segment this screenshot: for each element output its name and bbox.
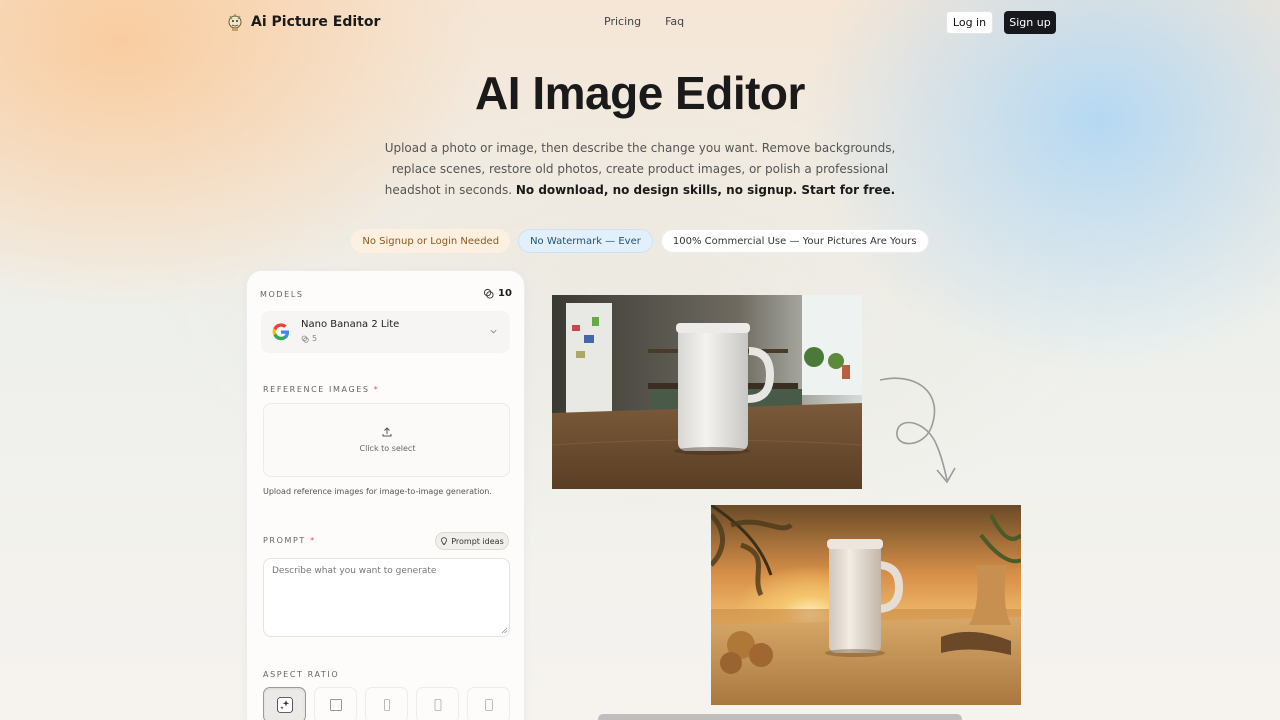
square-ratio-icon: [329, 699, 342, 711]
hero-subtitle-bold: No download, no design skills, no signup…: [515, 183, 896, 197]
hero-subtitle: Upload a photo or image, then describe t…: [380, 138, 900, 201]
brand[interactable]: Ai Picture Editor: [226, 12, 380, 32]
credits-count: 10: [498, 288, 512, 299]
curly-arrow-icon: [879, 377, 956, 484]
required-mark: *: [310, 536, 316, 545]
before-example-image: [552, 295, 862, 489]
required-mark: *: [373, 385, 380, 394]
aspect-ratio-auto[interactable]: [263, 687, 306, 720]
prompt-label-text: PROMPT: [263, 536, 306, 545]
prompt-label: PROMPT *: [263, 536, 316, 545]
prompt-ideas-label: Prompt ideas: [451, 536, 504, 546]
reference-upload-dropzone[interactable]: Click to select: [263, 403, 510, 477]
credits-icon: [483, 288, 494, 299]
aspect-ratio-square[interactable]: [314, 687, 357, 720]
brand-logo-icon: [228, 14, 242, 31]
reference-images-label: REFERENCE IMAGES *: [263, 385, 379, 394]
after-example-image: [711, 505, 1021, 705]
prompt-ideas-button[interactable]: Prompt ideas: [435, 532, 509, 550]
lightbulb-icon: [441, 536, 448, 545]
tall-ratio-icon: [383, 699, 390, 711]
pill-no-watermark: No Watermark — Ever: [518, 229, 653, 253]
model-cost-value: 5: [312, 334, 318, 343]
credits-balance: 10: [483, 288, 512, 299]
pill-no-signup: No Signup or Login Needed: [351, 229, 511, 253]
upload-text: Click to select: [359, 444, 416, 453]
nav-links: Pricing Faq: [604, 15, 684, 28]
login-button[interactable]: Log in: [946, 11, 993, 34]
aspect-ratio-label: ASPECT RATIO: [263, 670, 340, 679]
nav-link-pricing[interactable]: Pricing: [604, 15, 641, 28]
chevron-down-icon: [490, 329, 497, 334]
beach-sunset-mug-photo: [711, 505, 1021, 705]
top-nav: Ai Picture Editor Pricing Faq Log in Sig…: [0, 0, 1280, 44]
aspect-ratio-options: [263, 687, 510, 720]
aspect-ratio-vertical[interactable]: [467, 687, 510, 720]
credits-small-icon: [301, 335, 309, 343]
aspect-ratio-tall[interactable]: [365, 687, 408, 720]
brand-name: Ai Picture Editor: [251, 14, 381, 30]
pill-commercial-use: 100% Commercial Use — Your Pictures Are …: [660, 229, 929, 253]
models-label: MODELS: [260, 290, 304, 299]
prompt-input[interactable]: [263, 558, 510, 637]
nav-link-faq[interactable]: Faq: [665, 15, 684, 28]
resize-grip-icon[interactable]: [501, 627, 508, 634]
feature-pills: No Signup or Login Needed No Watermark —…: [0, 229, 1280, 253]
signup-button[interactable]: Sign up: [1004, 11, 1056, 34]
portrait-ratio-icon: [434, 699, 441, 711]
aspect-ratio-portrait[interactable]: [416, 687, 459, 720]
sparkle-icon: [276, 697, 293, 713]
google-logo-icon: [272, 323, 289, 341]
upload-icon: [382, 427, 392, 437]
caption-bar: [598, 714, 962, 720]
page-title: AI Image Editor: [475, 67, 805, 119]
model-cost: 5: [301, 334, 317, 343]
kitchen-mug-photo: [552, 295, 862, 489]
generator-panel: MODELS 10 Nano Banana 2 Lite 5 REFERENCE…: [246, 270, 525, 720]
model-name: Nano Banana 2 Lite: [301, 319, 400, 330]
model-select[interactable]: Nano Banana 2 Lite 5: [261, 311, 510, 353]
vertical-ratio-icon: [484, 699, 493, 711]
reference-images-label-text: REFERENCE IMAGES: [263, 385, 370, 394]
upload-hint: Upload reference images for image-to-ima…: [263, 487, 492, 496]
